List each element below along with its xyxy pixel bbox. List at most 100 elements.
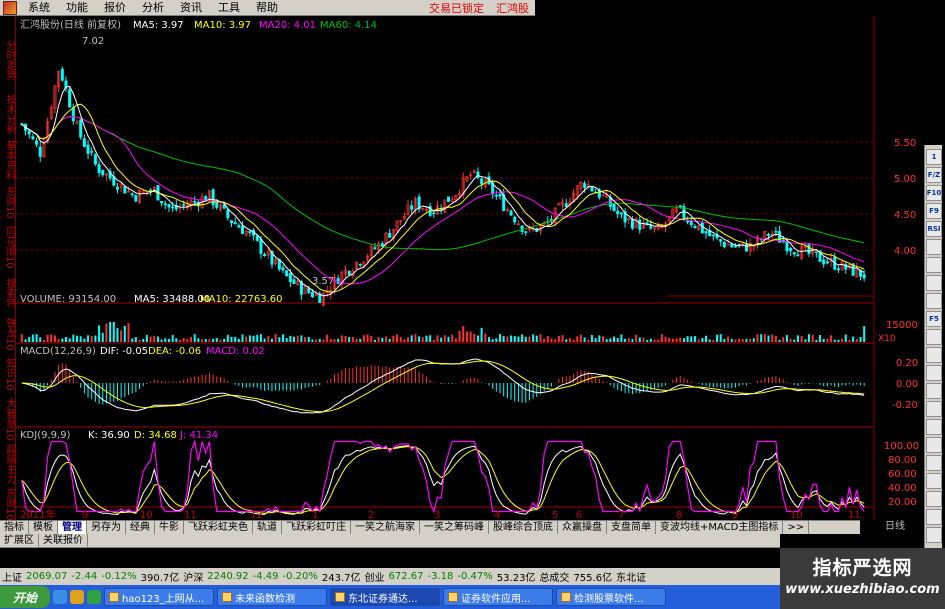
volume-bar xyxy=(61,338,64,342)
volume-bar xyxy=(340,335,343,342)
menu-system[interactable]: 系统 xyxy=(20,0,58,16)
toolbar-button[interactable]: 1 xyxy=(926,149,942,165)
ticker-item: -0.47% xyxy=(457,571,493,582)
indicator-tab[interactable]: 变波均线+MACD主图指标 xyxy=(656,521,784,534)
taskbar-window-button[interactable]: 证券软件应用... xyxy=(443,588,553,606)
toolbar-button[interactable] xyxy=(926,509,942,525)
vtab-eastmoney[interactable]: 东财10 xyxy=(1,186,15,219)
toolbar-button[interactable] xyxy=(926,437,942,453)
toolbar-button[interactable] xyxy=(926,401,942,417)
menu-tools[interactable]: 工具 xyxy=(210,0,248,16)
volume-bar xyxy=(521,334,524,342)
candle-body xyxy=(590,186,594,192)
toolbar-button[interactable] xyxy=(926,239,942,255)
indicator-tab[interactable]: 股峰综合顶底 xyxy=(489,521,558,534)
candle-body xyxy=(373,247,377,250)
vtab-tielong[interactable]: 铁龙10 xyxy=(1,318,15,351)
indicator-tab[interactable]: 飞跃彩虹夹色 xyxy=(184,521,253,534)
candle-body xyxy=(645,222,649,225)
ticker-item: -3.18 xyxy=(427,571,454,582)
price-header-ma10: MA10: 3.97 xyxy=(194,20,251,31)
volume-bar xyxy=(546,336,549,342)
stock-chart-area[interactable]: 汇鸿股份(日线 前复权) MA5: 3.97 MA10: 3.97 MA20: … xyxy=(16,16,924,520)
desktop-icon[interactable] xyxy=(87,590,101,604)
candle-body xyxy=(193,200,197,203)
toolbar-button[interactable] xyxy=(926,527,942,543)
volume-bar xyxy=(112,322,115,342)
indicator-tab[interactable]: 众赢操盘 xyxy=(558,521,607,534)
toolbar-button[interactable] xyxy=(926,419,942,435)
toolbar-button[interactable] xyxy=(926,329,942,345)
expand-area-tab[interactable]: 扩展区 xyxy=(0,534,39,547)
indicator-tab[interactable]: 一笑之筹码峰 xyxy=(420,521,489,534)
volume-bar xyxy=(664,336,667,342)
toolbar-button[interactable] xyxy=(926,275,942,291)
menu-analysis[interactable]: 分析 xyxy=(134,0,172,16)
macd-dif-line xyxy=(21,358,865,414)
indicator-tab[interactable]: 另存为 xyxy=(87,521,126,534)
folder-icon[interactable] xyxy=(70,590,84,604)
taskbar-window-button[interactable]: hao123_上网从... xyxy=(104,588,214,606)
more-tabs-button[interactable]: >> xyxy=(783,521,810,534)
toolbar-button[interactable] xyxy=(926,257,942,273)
volume-bar xyxy=(414,334,417,342)
volume-bar xyxy=(484,333,487,342)
x-axis-label: 9 xyxy=(732,510,738,520)
toolbar-button[interactable]: F/Z xyxy=(926,167,942,183)
toolbar-button[interactable] xyxy=(926,491,942,507)
vtab-search[interactable]: 搜索特 xyxy=(1,278,15,308)
toolbar-button[interactable] xyxy=(926,473,942,489)
ie-icon[interactable] xyxy=(53,590,67,604)
volume-bar xyxy=(716,334,719,342)
indicator-tab[interactable]: 牛影 xyxy=(155,521,184,534)
indicator-tab[interactable]: 一笑之航海家 xyxy=(351,521,420,534)
toolbar-button[interactable]: RSI xyxy=(926,221,942,237)
volume-bar xyxy=(234,336,237,342)
toolbar-button[interactable]: F5 xyxy=(926,311,942,327)
volume-bar xyxy=(642,337,645,342)
menu-function[interactable]: 功能 xyxy=(58,0,96,16)
taskbar-window-button[interactable]: 未来函数检测 xyxy=(217,588,327,606)
app-logo-icon xyxy=(3,0,17,15)
indicator-tab[interactable]: 飞跃彩虹叮庄 xyxy=(282,521,351,534)
vtab-intraday[interactable]: 分时走势 xyxy=(1,40,15,80)
ticker-item: 2240.92 xyxy=(207,571,249,582)
volume-bar xyxy=(171,334,174,342)
volume-header-ma5: MA5: 33488.00 xyxy=(134,294,210,305)
toolbar-button[interactable] xyxy=(926,365,942,381)
vtab-fundamentals[interactable]: 基本资料 xyxy=(1,140,15,180)
taskbar-window-button[interactable]: 检测股票软件... xyxy=(556,588,666,606)
indicator-tab[interactable]: 模板 xyxy=(29,521,58,534)
toolbar-button[interactable]: F10 xyxy=(926,185,942,201)
indicator-tab[interactable]: 轨道 xyxy=(253,521,282,534)
indicator-tab[interactable]: 经典 xyxy=(126,521,155,534)
indicator-tab[interactable]: 管理 xyxy=(58,521,87,534)
toolbar-button[interactable] xyxy=(926,455,942,471)
volume-bar xyxy=(219,339,222,342)
menu-quote[interactable]: 报价 xyxy=(96,0,134,16)
trade-lock-status[interactable]: 交易已锁定 xyxy=(423,0,490,16)
toolbar-button[interactable] xyxy=(926,347,942,363)
start-button[interactable]: 开始 xyxy=(0,586,50,608)
indicator-tab[interactable]: 指标 xyxy=(0,521,29,534)
taskbar-window-button[interactable]: 东北证券通达... xyxy=(330,588,440,606)
menu-help[interactable]: 帮助 xyxy=(248,0,286,16)
candle-body xyxy=(726,243,730,246)
volume-bar xyxy=(609,338,612,342)
candle-body xyxy=(825,261,829,264)
period-label[interactable]: 日线 xyxy=(885,520,905,534)
indicator-tab[interactable]: 支盘简单 xyxy=(607,521,656,534)
window-icon xyxy=(222,592,232,602)
menu-info[interactable]: 资讯 xyxy=(172,0,210,16)
vtab-dazhihui[interactable]: 大智慧10 xyxy=(1,398,15,441)
related-quote-tab[interactable]: 关联报价 xyxy=(39,534,88,547)
toolbar-button[interactable]: F9 xyxy=(926,203,942,219)
vtab-tonghuashun[interactable]: 同花顺10 xyxy=(1,226,15,269)
vtab-technical[interactable]: 技术分析 xyxy=(1,94,15,134)
vtab-super-main[interactable]: 超级主力 xyxy=(1,444,15,484)
volume-bar xyxy=(499,334,502,342)
volume-bar xyxy=(223,338,226,342)
toolbar-button[interactable] xyxy=(926,293,942,309)
vtab-knowledge[interactable]: 知识10 xyxy=(1,358,15,391)
toolbar-button[interactable] xyxy=(926,383,942,399)
